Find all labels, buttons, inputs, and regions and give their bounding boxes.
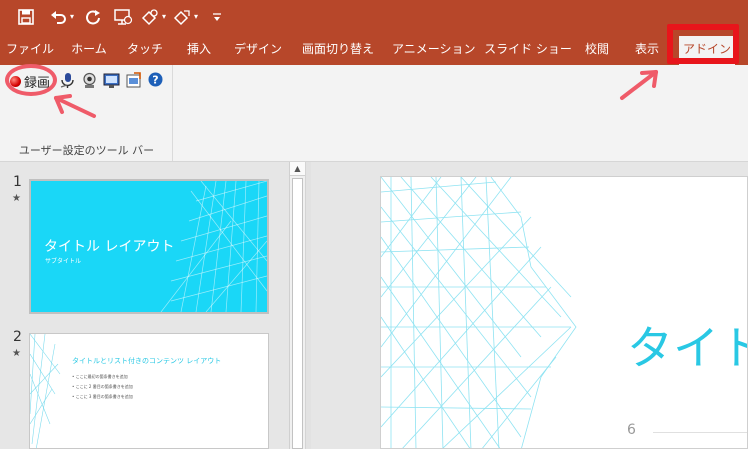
ribbon-tabs: ファイル ホーム タッチ 挿入 デザイン 画面切り替え アニメーション スライド… xyxy=(0,34,748,65)
addins-arrow-annotation xyxy=(620,70,658,100)
thumbnail-scrollbar[interactable]: ▲ xyxy=(289,162,305,449)
footer-divider xyxy=(653,432,747,433)
screen-icon[interactable] xyxy=(103,72,120,89)
main-slide-canvas[interactable]: タイトル 6 xyxy=(380,176,748,449)
tab-animations[interactable]: アニメーション xyxy=(392,34,476,65)
undo-icon[interactable]: ▾ xyxy=(50,6,74,28)
redo-icon[interactable] xyxy=(85,6,101,28)
slide-page-number: 6 xyxy=(627,422,636,438)
addins-tab-highlight xyxy=(667,24,739,64)
slide-thumbnail-2[interactable]: タイトルとリスト付きのコンテンツ レイアウト • ここに最初の箇条書きを追加 •… xyxy=(29,333,269,449)
thumb-1-subtitle: サブタイトル xyxy=(45,258,82,265)
customize-icon[interactable] xyxy=(212,6,222,28)
thumb-2-bullet-text: ここに 2 番目の箇条書きを追加 xyxy=(75,384,133,389)
tab-touch[interactable]: タッチ xyxy=(124,34,166,65)
slide-thumbnail-1[interactable]: タイトル レイアウト サブタイトル xyxy=(29,179,269,314)
wireframe-graphic xyxy=(30,334,61,448)
group-label: ユーザー設定のツール バー xyxy=(18,144,155,157)
thumb-2-bullet: • ここに 2 番目の箇条書きを追加 xyxy=(72,384,133,389)
tab-insert[interactable]: 挿入 xyxy=(178,34,220,65)
help-icon[interactable]: ? xyxy=(148,72,165,89)
thumb-2-bullet-text: ここに最初の箇条書きを追加 xyxy=(75,374,128,379)
thumb-2-title: タイトルとリスト付きのコンテンツ レイアウト xyxy=(72,357,222,365)
tab-transitions[interactable]: 画面切り替え xyxy=(296,34,380,65)
scroll-thumb[interactable] xyxy=(292,178,303,449)
start-from-beginning-icon[interactable] xyxy=(113,6,133,28)
animation-star-icon: ★ xyxy=(12,193,21,204)
record-arrow-annotation xyxy=(54,94,96,118)
webcam-icon[interactable] xyxy=(81,72,98,89)
slide-title[interactable]: タイトル xyxy=(627,312,747,378)
thumb-1-title: タイトル レイアウト xyxy=(44,239,175,255)
save-icon[interactable] xyxy=(18,6,34,28)
slide-number: 2 xyxy=(13,329,22,345)
wireframe-graphic xyxy=(381,177,577,448)
quick-access-toolbar: ▾ ▾ ▾ xyxy=(0,0,748,34)
chevron-down-icon[interactable]: ▾ xyxy=(70,6,74,28)
thumb-2-bullet: • ここに 3 番目の箇条書きを追加 xyxy=(72,394,133,399)
chevron-down-icon[interactable]: ▾ xyxy=(162,6,166,28)
chevron-down-icon[interactable]: ▾ xyxy=(194,6,198,28)
tab-view[interactable]: 表示 xyxy=(628,34,666,65)
scroll-up-icon[interactable]: ▲ xyxy=(290,162,305,176)
tab-home[interactable]: ホーム xyxy=(66,34,112,65)
svg-text:?: ? xyxy=(152,74,158,87)
pane-splitter[interactable] xyxy=(305,162,311,449)
tab-review[interactable]: 校閲 xyxy=(578,34,616,65)
presenter-icon[interactable]: ▾ xyxy=(172,6,198,28)
animation-star-icon: ★ xyxy=(12,348,21,359)
thumb-2-bullet: • ここに最初の箇条書きを追加 xyxy=(72,374,128,379)
tab-file[interactable]: ファイル xyxy=(6,34,54,65)
touch-mode-icon[interactable]: ▾ xyxy=(140,6,166,28)
microphone-icon[interactable] xyxy=(59,72,76,89)
export-icon[interactable] xyxy=(125,72,142,89)
thumb-2-bullet-text: ここに 3 番目の箇条書きを追加 xyxy=(75,394,133,399)
tab-design[interactable]: デザイン xyxy=(232,34,284,65)
slide-number: 1 xyxy=(13,174,22,190)
tab-slideshow[interactable]: スライド ショー xyxy=(484,34,572,65)
